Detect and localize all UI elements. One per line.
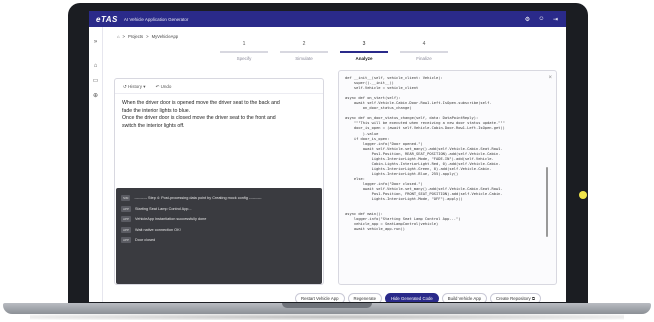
step-bar [280, 51, 328, 53]
header-icons: ⚙ ☺ ⇥ [524, 16, 559, 23]
regenerate-button[interactable]: Regenerate [347, 293, 382, 302]
requirement-line: fade the interior lights to blue. [122, 107, 191, 114]
log-text: VehicleApp instantiation successfully do… [135, 217, 207, 222]
user-icon[interactable]: ☺ [538, 16, 545, 23]
breadcrumb-separator: > [146, 34, 149, 39]
log-tag: SIM [121, 195, 131, 202]
generated-code-panel: def __init__(self, vehicle_client: Vehic… [338, 70, 557, 285]
breadcrumb-projects[interactable]: Projects [128, 34, 143, 39]
step-bar [220, 51, 268, 53]
log-tag: APP [121, 226, 132, 233]
log-line: APP Door closed [121, 235, 317, 246]
settings-icon[interactable]: ⚙ [524, 16, 531, 23]
step-label: Finalize [416, 56, 432, 61]
requirement-line: When the driver door is opened move the … [122, 100, 280, 106]
etas-logo: eTAS [96, 14, 118, 24]
code-scrollbar[interactable] [546, 167, 548, 237]
history-button[interactable]: ↺ History ▾ [123, 84, 146, 90]
requirement-text[interactable]: When the driver door is opened move the … [122, 100, 318, 130]
undo-label: Undo [160, 84, 172, 89]
app-header: eTAS AI Vehicle Application Generator ⚙ … [89, 11, 566, 27]
log-console: SIM ---------- Step 4: Post-processing da… [116, 188, 322, 284]
app-title: AI Vehicle Application Generator [123, 16, 189, 22]
close-icon[interactable]: × [548, 75, 552, 81]
app-screen: eTAS AI Vehicle Application Generator ⚙ … [89, 11, 566, 302]
step-bar [400, 51, 448, 53]
code-block[interactable]: def __init__(self, vehicle_client: Vehic… [345, 76, 545, 232]
workflow-stepper: 1 Specify 2 Simulate 3 Analyze 4 Finaliz… [214, 41, 494, 71]
step-label: Specify [236, 56, 252, 61]
step-label: Analyze [355, 56, 373, 61]
step-bar [340, 51, 388, 53]
step-number: 4 [422, 41, 426, 47]
home-icon[interactable]: ⌂ [94, 63, 98, 69]
code-line: await vehicle_app.run() [345, 227, 405, 232]
log-tag: APP [121, 205, 132, 212]
log-text: Starting Seat Lamp Control App... [135, 206, 192, 211]
add-icon[interactable]: ⊕ [93, 92, 98, 99]
log-line: APP Starting Seat Lamp Control App... [121, 204, 317, 215]
log-text: ---------- Step 4: Post-processing data … [134, 196, 262, 201]
step-number: 2 [302, 41, 306, 47]
build-vehicle-app-button[interactable]: Build Vehicle App [441, 293, 488, 302]
create-repository-label: Create Repository [496, 296, 531, 301]
requirement-line: Once the driver door is closed move the … [122, 115, 276, 122]
expand-icon[interactable]: » [94, 39, 97, 45]
laptop-shadow [30, 314, 624, 320]
breadcrumb-current: MyVehicleApp [151, 34, 179, 39]
step-analyze[interactable]: 3 Analyze [334, 41, 394, 61]
sidebar: » ⌂ ▭ ⊕ [89, 27, 103, 302]
log-line: APP Wait native connection OK! [121, 225, 317, 236]
undo-button[interactable]: ↶ Undo [156, 84, 172, 90]
step-number: 1 [242, 41, 246, 47]
requirement-line: switch the interior lights off. [122, 122, 185, 129]
breadcrumb-home-icon[interactable]: ⌂ [117, 34, 120, 39]
log-line: APP VehicleApp instantiation successfully… [121, 214, 317, 225]
hide-generated-code-button[interactable]: Hide Generated Code [384, 293, 439, 302]
laptop-notch [282, 303, 372, 308]
breadcrumb: ⌂ > Projects > MyVehicleApp [117, 34, 178, 39]
log-text: Door closed [135, 238, 156, 243]
folder-icon[interactable]: ▭ [93, 77, 99, 84]
laptop-mockup: eTAS AI Vehicle Application Generator ⚙ … [0, 0, 654, 322]
action-bar: Restart Vehicle App Regenerate Hide Gene… [295, 293, 541, 302]
cursor-indicator [579, 191, 587, 199]
step-label: Simulate [295, 56, 313, 61]
create-repository-button[interactable]: Create Repository ⧉ [490, 293, 541, 302]
history-label: History [128, 84, 143, 89]
step-simulate[interactable]: 2 Simulate [274, 41, 334, 61]
step-specify[interactable]: 1 Specify [214, 41, 274, 61]
restart-vehicle-app-button[interactable]: Restart Vehicle App [295, 293, 345, 302]
step-finalize[interactable]: 4 Finalize [394, 41, 454, 61]
logout-icon[interactable]: ⇥ [552, 16, 559, 23]
step-number: 3 [362, 41, 366, 47]
editor-toolbar: ↺ History ▾ ↶ Undo [123, 84, 171, 90]
divider [115, 93, 323, 94]
log-line: SIM ---------- Step 4: Post-processing da… [121, 193, 317, 204]
log-tag: APP [121, 216, 132, 223]
external-link-icon: ⧉ [531, 296, 535, 301]
breadcrumb-separator: > [122, 34, 125, 39]
log-text: Wait native connection OK! [135, 227, 181, 232]
log-tag: APP [121, 237, 132, 244]
